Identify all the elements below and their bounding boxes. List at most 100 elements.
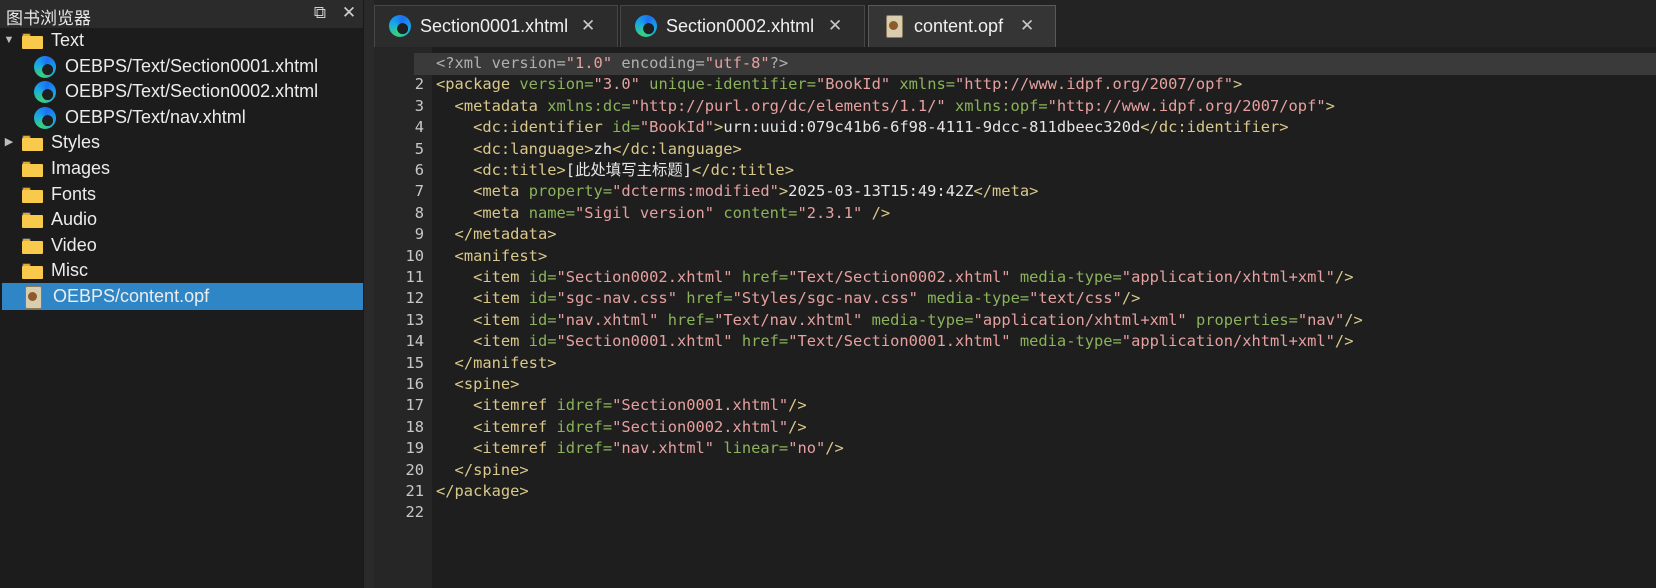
tree-item[interactable]: OEBPS/Text/nav.xhtml: [0, 104, 383, 131]
tab-close-icon[interactable]: ✕: [581, 16, 595, 36]
code-line[interactable]: <package version="3.0" unique-identifier…: [436, 73, 1242, 95]
tree-item[interactable]: OEBPS/Text/Section0001.xhtml: [0, 53, 383, 80]
code-line[interactable]: <?xml version="1.0" encoding="utf-8"?>: [436, 52, 788, 74]
code-line[interactable]: <meta name="Sigil version" content="2.3.…: [436, 202, 890, 224]
code-line[interactable]: <dc:language>zh</dc:language>: [436, 138, 742, 160]
code-line[interactable]: <itemref idref="Section0001.xhtml"/>: [436, 394, 807, 416]
opf-icon: [883, 15, 903, 38]
float-window-icon[interactable]: ⧉: [310, 3, 330, 23]
tree-item[interactable]: OEBPS/content.opf: [2, 283, 383, 310]
code-token: id=: [528, 268, 557, 286]
tab-close-icon[interactable]: ✕: [828, 16, 842, 36]
code-line[interactable]: </package>: [436, 480, 529, 502]
tree-item-label: Video: [51, 234, 97, 255]
code-token: "application/xhtml+xml": [1121, 332, 1335, 351]
tree-item[interactable]: Audio: [0, 206, 383, 233]
tab-label: content.opf: [914, 16, 1004, 36]
code-token: <dc:identifier: [473, 118, 613, 137]
code-line[interactable]: <spine>: [436, 373, 520, 395]
code-token: </manifest>: [454, 353, 557, 372]
code-token: xmlns:opf=: [954, 96, 1048, 115]
code-line[interactable]: </manifest>: [436, 352, 557, 374]
tab-section0001[interactable]: Section0001.xhtml ✕: [374, 5, 618, 47]
code-line[interactable]: <item id="sgc-nav.css" href="Styles/sgc-…: [436, 287, 1140, 309]
code-token: "2.3.1": [797, 203, 863, 222]
code-line[interactable]: <item id="Section0002.xhtml" href="Text/…: [436, 266, 1353, 288]
code-line[interactable]: <item id="Section0001.xhtml" href="Text/…: [436, 330, 1353, 352]
panel-header: 图书浏览器 ⧉ ✕: [0, 0, 383, 28]
edge-icon: [389, 15, 411, 37]
code-token: "utf-8": [704, 54, 770, 72]
tab-section0002[interactable]: Section0002.xhtml ✕: [620, 5, 865, 47]
code-token: "application/xhtml+xml": [1121, 268, 1335, 286]
collapse-arrow-icon[interactable]: ▼: [2, 27, 16, 54]
panel-title: 图书浏览器: [6, 9, 91, 28]
close-icon[interactable]: ✕: [339, 3, 359, 23]
code-line[interactable]: <item id="nav.xhtml" href="Text/nav.xhtm…: [436, 309, 1363, 331]
tree-item[interactable]: ▼ Text: [0, 27, 383, 54]
tree-item-label: Audio: [51, 209, 98, 230]
code-token: "BookId": [815, 75, 891, 94]
code-token: idref=: [556, 417, 613, 436]
line-number: 18: [405, 417, 424, 436]
code-token: "text/css": [1029, 289, 1122, 308]
folder-icon: [22, 186, 43, 203]
code-line[interactable]: <dc:identifier id="BookId">urn:uuid:079c…: [436, 116, 1289, 138]
code-token: href=: [667, 310, 715, 329]
tree-item[interactable]: Images: [0, 155, 383, 182]
code-line[interactable]: <dc:title>[此处填写主标题]</dc:title>: [436, 159, 794, 181]
tree-item[interactable]: OEBPS/Text/Section0002.xhtml: [0, 78, 383, 105]
code-line[interactable]: <itemref idref="nav.xhtml" linear="no"/>: [436, 437, 844, 459]
line-number-gutter: 12345678910111213141516171819202122: [374, 47, 432, 588]
expand-arrow-icon[interactable]: ▶: [2, 129, 16, 156]
code-token: "Text/nav.xhtml": [714, 310, 863, 329]
edge-icon: [34, 81, 56, 104]
tree-item[interactable]: ▶ Styles: [0, 129, 383, 156]
tree-item[interactable]: Misc: [0, 257, 383, 284]
folder-icon: [22, 161, 43, 177]
code-line[interactable]: <meta property="dcterms:modified">2025-0…: [436, 180, 1038, 202]
code-token: xmlns=: [899, 75, 955, 94]
code-editor[interactable]: 12345678910111213141516171819202122 <?xm…: [374, 47, 1656, 588]
tree-item[interactable]: Video: [0, 232, 383, 259]
code-token: >: [1232, 75, 1243, 94]
code-token: "nav": [1297, 310, 1345, 329]
line-number: 3: [414, 96, 424, 115]
code-token: "http://www.idpf.org/2007/opf": [955, 75, 1233, 94]
code-token: [此处填写主标题]: [565, 161, 693, 179]
code-line[interactable]: </metadata>: [436, 223, 557, 245]
tree-item[interactable]: Fonts: [0, 181, 383, 208]
tab-label: Section0001.xhtml: [420, 16, 569, 36]
code-token: encoding=: [621, 54, 705, 72]
tab-content-opf[interactable]: content.opf ✕: [868, 5, 1056, 47]
line-number: 6: [414, 161, 424, 179]
code-token: </dc:identifier>: [1140, 118, 1289, 137]
code-token: ?>: [769, 54, 789, 72]
code-token: property=: [528, 182, 613, 201]
folder-icon: [22, 212, 43, 229]
code-line[interactable]: <itemref idref="Section0002.xhtml"/>: [436, 416, 807, 438]
code-line[interactable]: </spine>: [436, 459, 529, 481]
code-token: "1.0": [565, 54, 613, 72]
code-token: <dc:language>: [473, 139, 594, 158]
line-number: 14: [405, 332, 424, 351]
tree-item-label: OEBPS/Text/Section0001.xhtml: [65, 55, 319, 76]
code-token: <itemref: [473, 417, 557, 436]
code-line[interactable]: <metadata xmlns:dc="http://purl.org/dc/e…: [436, 95, 1335, 117]
tab-close-icon[interactable]: ✕: [1020, 16, 1034, 36]
code-token: media-type=: [1019, 332, 1122, 351]
code-line[interactable]: <manifest>: [436, 245, 548, 267]
